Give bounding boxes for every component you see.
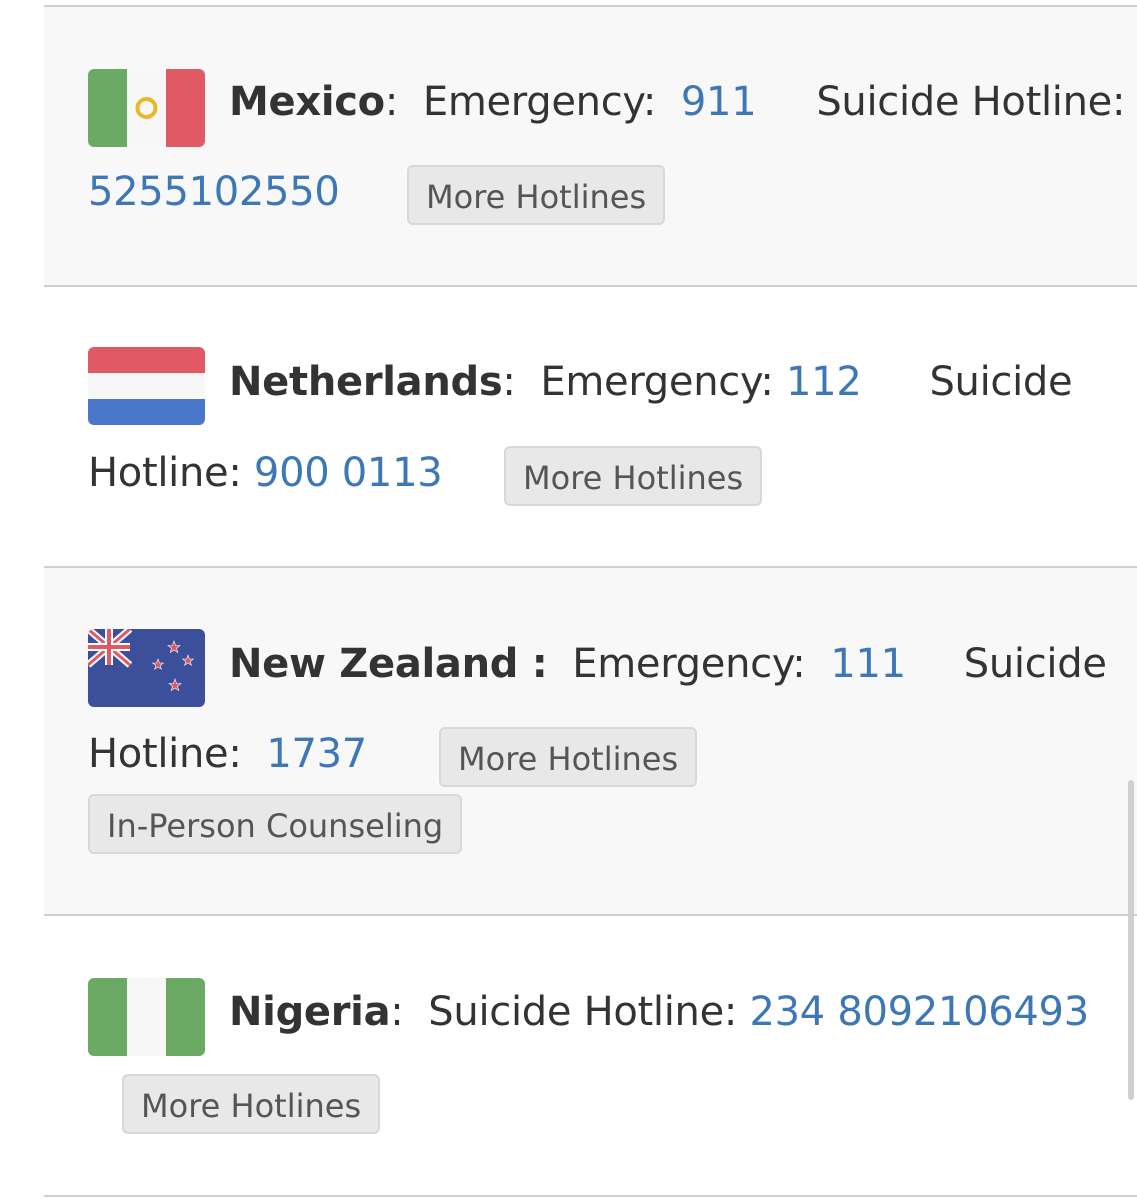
more-hotlines-button[interactable]: More Hotlines	[439, 727, 698, 787]
nigeria-flag-icon	[88, 978, 205, 1056]
hotline-number-link[interactable]: 234 8092106493	[750, 989, 1090, 1035]
hotline-number-link[interactable]: 1737	[266, 731, 367, 777]
emergency-label: Emergency:	[422, 79, 657, 125]
emergency-number-link[interactable]: 112	[786, 359, 862, 405]
new-zealand-info-line1: New Zealand : Emergency: 111 Suicide	[229, 641, 1107, 687]
emergency-number-link[interactable]: 111	[830, 641, 906, 687]
netherlands-info-line1: Netherlands: Emergency: 112 Suicide	[229, 359, 1073, 405]
country-name: Netherlands	[229, 359, 503, 405]
suicide-hotline-label: Suicide Hotline:	[816, 79, 1126, 125]
hotline-label: Hotline:	[88, 731, 242, 777]
country-row-netherlands: Netherlands: Emergency: 112 Suicide Hotli…	[44, 285, 1137, 568]
new-zealand-info-line2: Hotline: 1737	[88, 729, 367, 779]
country-row-new-zealand: New Zealand : Emergency: 111 Suicide Hotl…	[44, 566, 1137, 916]
more-hotlines-button[interactable]: More Hotlines	[504, 446, 763, 506]
netherlands-info-line2: Hotline: 900 0113	[88, 448, 443, 498]
in-person-counseling-button[interactable]: In-Person Counseling	[88, 794, 463, 854]
suicide-hotline-label: Suicide Hotline:	[428, 989, 738, 1035]
country-name: Nigeria	[229, 989, 391, 1035]
hotline-label: Hotline:	[88, 450, 242, 496]
more-hotlines-button[interactable]: More Hotlines	[407, 165, 666, 225]
emergency-label: Emergency:	[540, 359, 774, 405]
country-row-nigeria: Nigeria: Suicide Hotline: 234 8092106493…	[44, 914, 1137, 1197]
bottom-divider	[44, 1195, 1137, 1197]
netherlands-flag-icon	[88, 347, 205, 425]
suicide-label: Suicide	[929, 359, 1073, 405]
mexico-flag-icon	[88, 69, 205, 147]
country-row-mexico: Mexico: Emergency: 911 Suicide Hotline: 5…	[44, 5, 1137, 287]
suicide-label: Suicide	[963, 641, 1107, 687]
mexico-info-line2: 5255102550	[88, 167, 340, 217]
more-hotlines-button[interactable]: More Hotlines	[122, 1074, 381, 1134]
emergency-number-link[interactable]: 911	[681, 79, 757, 125]
hotline-number-link[interactable]: 5255102550	[88, 169, 340, 215]
hotline-number-link[interactable]: 900 0113	[254, 450, 443, 496]
nigeria-info-line1: Nigeria: Suicide Hotline: 234 8092106493	[229, 989, 1090, 1035]
country-name: Mexico	[229, 79, 385, 125]
emergency-label: Emergency:	[572, 641, 806, 687]
country-name: New Zealand	[229, 641, 519, 687]
new-zealand-flag-icon	[88, 629, 205, 707]
mexico-info-line1: Mexico: Emergency: 911 Suicide Hotline:	[229, 79, 1126, 125]
scrollbar[interactable]	[1128, 780, 1134, 1100]
